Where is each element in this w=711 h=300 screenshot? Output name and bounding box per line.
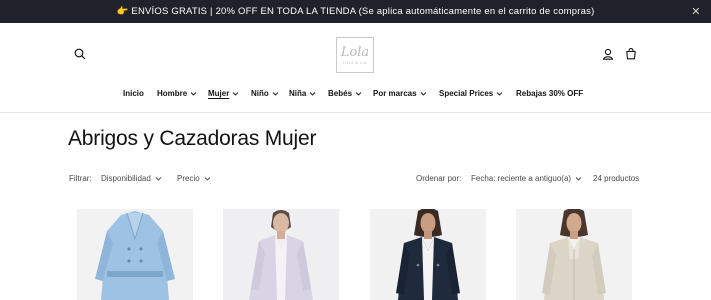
product-image bbox=[223, 209, 339, 300]
pointing-hand-icon: 👉 bbox=[116, 6, 129, 17]
chevron-down-icon bbox=[575, 175, 582, 182]
announcement-message: ENVÍOS GRATIS | 20% OFF EN TODA LA TIEND… bbox=[131, 6, 595, 17]
price-filter-label: Precio bbox=[177, 173, 200, 183]
product-image bbox=[77, 209, 193, 300]
product-card[interactable] bbox=[77, 209, 193, 300]
nav-item-inicio[interactable]: Inicio bbox=[123, 85, 144, 101]
chevron-down-icon bbox=[355, 90, 362, 97]
main-nav: Inicio Hombre Mujer Niño Niña Bebés Por … bbox=[0, 85, 711, 101]
chevron-down-icon bbox=[155, 175, 162, 182]
search-icon[interactable] bbox=[71, 45, 89, 63]
product-image bbox=[370, 209, 486, 300]
availability-filter[interactable]: Disponibilidad bbox=[101, 171, 162, 185]
nav-label: Por marcas bbox=[373, 88, 417, 98]
chevron-down-icon bbox=[190, 90, 197, 97]
product-card[interactable] bbox=[516, 209, 632, 300]
nav-label: Bebés bbox=[328, 88, 353, 98]
chevron-down-icon bbox=[309, 90, 316, 97]
page-title: Abrigos y Cazadoras Mujer bbox=[68, 127, 317, 150]
filter-bar: Filtrar: Disponibilidad Precio Ordenar p… bbox=[0, 171, 711, 185]
nav-item-nina[interactable]: Niña bbox=[289, 85, 316, 101]
nav-item-mujer[interactable]: Mujer bbox=[208, 85, 239, 101]
chevron-down-icon bbox=[496, 90, 503, 97]
nav-item-bebes[interactable]: Bebés bbox=[328, 85, 362, 101]
cart-icon[interactable] bbox=[622, 45, 640, 63]
nav-label: Niño bbox=[251, 88, 269, 98]
nav-label: Rebajas 30% OFF bbox=[516, 88, 584, 98]
sort-select[interactable]: Fecha: reciente a antiguo(a) bbox=[471, 171, 582, 185]
chevron-down-icon bbox=[272, 90, 279, 97]
sort-label: Ordenar por: bbox=[416, 173, 462, 183]
site-header: Lola LOLA & LIA Inicio Hombre Mujer Niño… bbox=[0, 23, 711, 113]
price-filter[interactable]: Precio bbox=[177, 171, 211, 185]
nav-label: Niña bbox=[289, 88, 307, 98]
product-image bbox=[516, 209, 632, 300]
product-card[interactable] bbox=[370, 209, 486, 300]
sort-select-value: Fecha: reciente a antiguo(a) bbox=[471, 173, 572, 183]
account-icon[interactable] bbox=[599, 45, 617, 63]
chevron-down-icon bbox=[204, 175, 211, 182]
nav-label: Special Prices bbox=[439, 88, 494, 98]
nav-item-por-marcas[interactable]: Por marcas bbox=[373, 85, 427, 101]
filter-label: Filtrar: bbox=[69, 173, 92, 183]
logo-subtitle: LOLA & LIA bbox=[342, 60, 368, 65]
chevron-down-icon bbox=[232, 90, 239, 97]
nav-item-hombre[interactable]: Hombre bbox=[157, 85, 197, 101]
nav-item-rebajas[interactable]: Rebajas 30% OFF bbox=[516, 85, 583, 101]
announcement-bar: 👉 ENVÍOS GRATIS | 20% OFF EN TODA LA TIE… bbox=[0, 0, 711, 23]
store-logo[interactable]: Lola LOLA & LIA bbox=[336, 37, 374, 73]
product-count: 24 productos bbox=[593, 173, 640, 183]
nav-label: Hombre bbox=[157, 88, 188, 98]
nav-item-nino[interactable]: Niño bbox=[251, 85, 279, 101]
product-card[interactable] bbox=[223, 209, 339, 300]
chevron-down-icon bbox=[420, 90, 427, 97]
logo-script: Lola bbox=[340, 44, 370, 60]
close-icon[interactable]: ✕ bbox=[689, 4, 703, 18]
nav-label: Mujer bbox=[208, 88, 230, 98]
availability-filter-label: Disponibilidad bbox=[101, 173, 151, 183]
nav-item-special-prices[interactable]: Special Prices bbox=[439, 85, 503, 101]
announcement-text: 👉 ENVÍOS GRATIS | 20% OFF EN TODA LA TIE… bbox=[117, 6, 595, 17]
nav-label: Inicio bbox=[123, 88, 144, 98]
